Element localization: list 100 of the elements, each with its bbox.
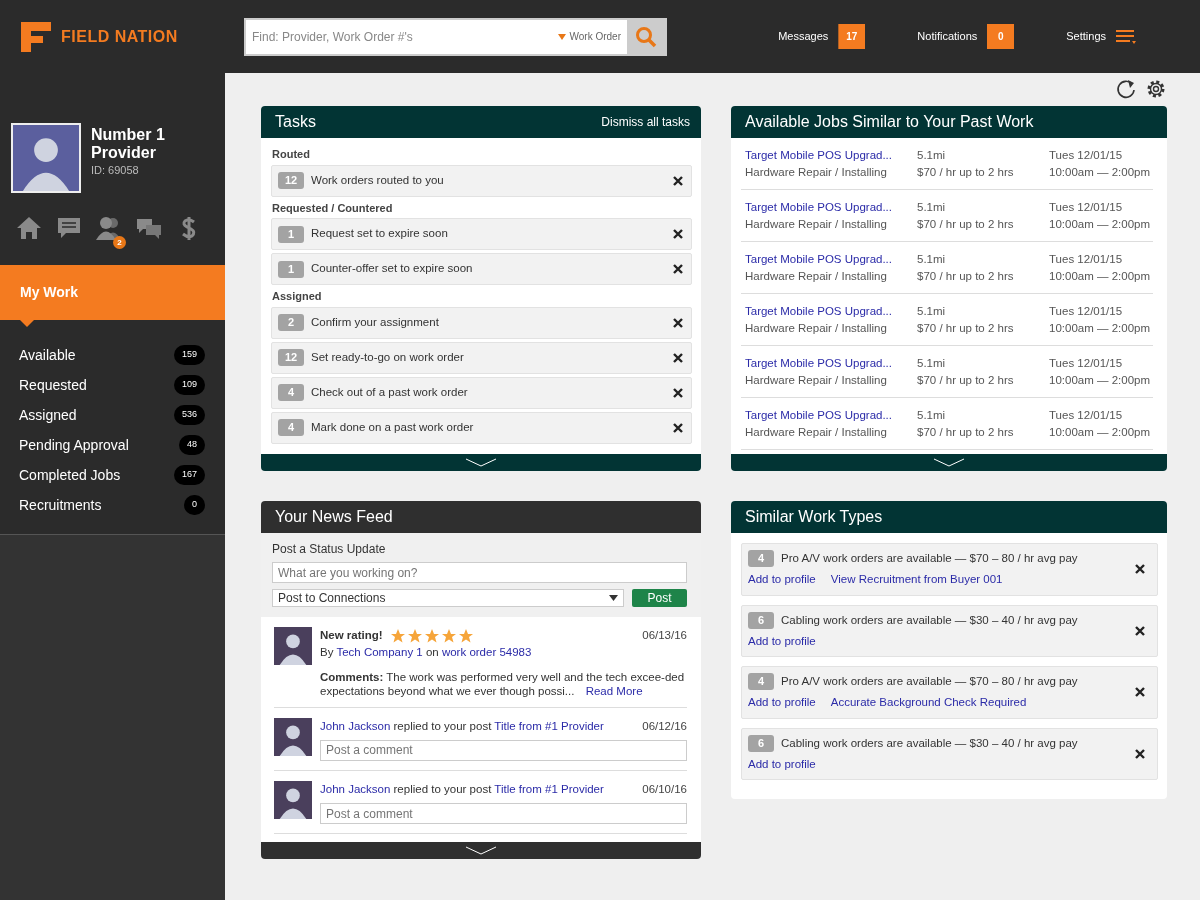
nav-link[interactable]: Available — [19, 344, 76, 366]
nav-link[interactable]: Assigned — [19, 404, 77, 426]
group-heading: Assigned — [272, 289, 323, 304]
close-icon[interactable] — [672, 316, 684, 329]
status-field[interactable]: What are you working on? — [272, 562, 687, 583]
job-title-link[interactable]: Target Mobile POS Upgrad... — [745, 201, 892, 213]
close-icon[interactable] — [1134, 747, 1146, 760]
nav-link[interactable]: Completed Jobs — [19, 464, 121, 486]
job-title-link[interactable]: Target Mobile POS Upgrad... — [745, 305, 892, 317]
work-type-link[interactable]: Add to profile — [748, 634, 816, 647]
job-distance: 5.1mi — [917, 252, 947, 267]
work-type-link[interactable]: Accurate Background Check Required — [830, 696, 1027, 709]
close-icon[interactable] — [1134, 563, 1146, 576]
close-icon[interactable] — [1134, 624, 1146, 637]
avatar — [274, 627, 312, 665]
count-badge: 17 — [838, 24, 866, 49]
rating-source: By Tech Company 1 on work order 54983 — [320, 645, 533, 661]
task-row[interactable]: 1 Counter-offer set to expire soon — [271, 253, 692, 285]
task-row[interactable]: 4 Mark done on a past work order — [271, 411, 692, 444]
post-link[interactable]: Title from #1 Provider — [494, 719, 604, 732]
refresh-icon[interactable] — [1115, 78, 1137, 100]
comment-field[interactable]: Post a comment — [320, 803, 687, 824]
count-badge: 2 — [113, 236, 126, 249]
task-row[interactable]: 12 Work orders routed to you — [271, 164, 692, 197]
nav-link[interactable]: Recruitments — [19, 494, 102, 516]
search-field[interactable]: Find: Provider, Work Order #'s Work Order — [244, 17, 667, 56]
panel-title: Your News Feed — [275, 507, 393, 527]
task-text: Mark done on a past work order — [311, 419, 474, 435]
task-text: Request set to expire soon — [311, 226, 448, 242]
settings-link[interactable]: Settings — [1066, 28, 1106, 45]
post-link[interactable]: Title from #1 Provider — [494, 782, 604, 795]
job-time: 10:00am — 2:00pm — [1049, 165, 1151, 180]
close-icon[interactable] — [672, 263, 684, 275]
panel-title: Tasks — [275, 112, 316, 132]
panel-title: Similar Work Types — [745, 507, 883, 527]
job-pay: $70 / hr up to 2 hrs — [917, 165, 1015, 180]
audience-dropdown[interactable]: Post to Connections — [272, 589, 624, 607]
count-badge: 159 — [173, 345, 205, 365]
work-type-link[interactable]: Add to profile — [748, 696, 816, 709]
home-icon[interactable] — [16, 215, 42, 241]
caret-icon — [609, 595, 618, 601]
job-date: Tues 12/01/15 — [1049, 148, 1124, 163]
close-icon[interactable] — [672, 351, 684, 364]
comment-field[interactable]: Post a comment — [320, 739, 687, 761]
task-text: Set ready-to-go on work order — [311, 349, 464, 365]
read-more-link[interactable]: Read More — [585, 684, 643, 697]
task-row[interactable]: 2 Confirm your assignment — [271, 306, 692, 339]
close-icon[interactable] — [1134, 686, 1146, 699]
person-link[interactable]: John Jackson — [320, 719, 391, 732]
group-heading: Requested / Countered — [272, 200, 394, 216]
close-icon[interactable] — [672, 228, 684, 240]
count-badge: 6 — [748, 734, 774, 752]
job-title-link[interactable]: Target Mobile POS Upgrad... — [745, 149, 892, 161]
job-distance: 5.1mi — [917, 200, 947, 215]
task-row[interactable]: 12 Set ready-to-go on work order — [271, 341, 692, 374]
search-icon — [635, 25, 657, 48]
count-badge: 1 — [278, 225, 304, 243]
settings-icon[interactable] — [1145, 78, 1167, 100]
work-type-text: Pro A/V work orders are available — $70 – 80 / hr avg pay — [781, 674, 1078, 689]
job-category: Hardware Repair / Installing — [745, 373, 888, 388]
logo-icon — [21, 21, 51, 52]
job-pay: $70 / hr up to 2 hrs — [917, 321, 1015, 336]
post-button[interactable]: Post — [632, 589, 687, 607]
job-category: Hardware Repair / Installing — [745, 217, 888, 232]
work-type-link[interactable]: Add to profile — [748, 757, 816, 770]
header-link[interactable]: Messages — [778, 28, 829, 45]
person-link[interactable]: John Jackson — [320, 782, 391, 795]
close-icon[interactable] — [672, 386, 684, 399]
company-link[interactable]: Tech Company 1 — [336, 646, 423, 659]
task-row[interactable]: 1 Request set to expire soon — [271, 218, 692, 250]
work-order-link[interactable]: work order 54983 — [441, 646, 532, 659]
job-category: Hardware Repair / Installing — [745, 425, 888, 440]
header-link[interactable]: Notifications — [917, 28, 978, 45]
count-badge: 1 — [278, 260, 304, 278]
job-pay: $70 / hr up to 2 hrs — [917, 425, 1015, 440]
work-type-link[interactable]: View Recruitment from Buyer 001 — [830, 573, 1003, 586]
job-title-link[interactable]: Target Mobile POS Upgrad... — [745, 253, 892, 265]
close-icon[interactable] — [672, 421, 684, 434]
menu-icon — [1116, 29, 1136, 44]
close-icon[interactable] — [672, 174, 684, 187]
count-badge: 6 — [748, 611, 774, 629]
task-text: Counter-offer set to expire soon — [311, 261, 473, 277]
count-badge: 4 — [278, 384, 304, 401]
chevron-down-icon — [465, 845, 497, 856]
job-time: 10:00am — 2:00pm — [1049, 425, 1151, 440]
job-title-link[interactable]: Target Mobile POS Upgrad... — [745, 357, 892, 369]
work-type-text: Cabling work orders are available — $30 – 40 / hr avg pay — [781, 612, 1078, 628]
job-date: Tues 12/01/15 — [1049, 252, 1124, 267]
task-row[interactable]: 4 Check out of a past work order — [271, 376, 692, 409]
dismiss-link[interactable]: Dismiss all tasks — [601, 113, 690, 131]
nav-link[interactable]: Pending Approval — [19, 434, 129, 456]
nav-link[interactable]: Requested — [19, 374, 87, 396]
count-badge: 2 — [278, 314, 304, 331]
star-icon — [407, 628, 422, 643]
work-type-link[interactable]: Add to profile — [748, 573, 816, 586]
post-date: 06/10/16 — [642, 781, 687, 797]
group-heading: Routed — [272, 147, 311, 162]
message-icon[interactable] — [56, 215, 82, 241]
job-title-link[interactable]: Target Mobile POS Upgrad... — [745, 409, 892, 421]
count-badge: 48 — [179, 435, 205, 455]
